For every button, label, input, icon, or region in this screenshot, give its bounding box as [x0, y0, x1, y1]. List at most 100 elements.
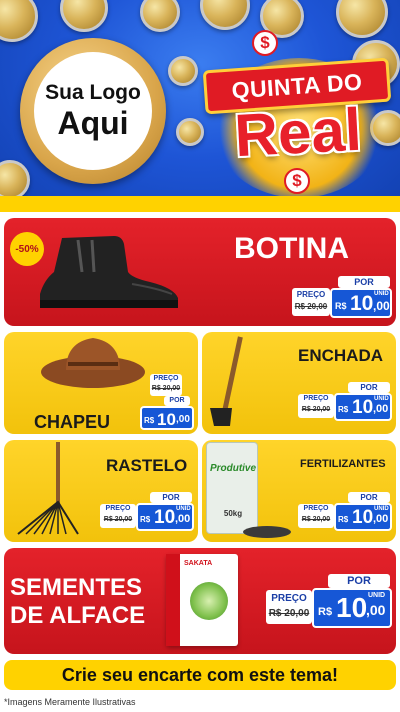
old-price: R$ 20,00	[268, 608, 310, 619]
preco-box: PREÇO R$ 20,00	[298, 504, 334, 528]
currency: R$	[338, 405, 349, 414]
preco-box: PREÇO R$ 20,00	[100, 504, 136, 528]
hat-icon	[41, 338, 145, 388]
packet-brand: SAKATA	[184, 560, 213, 567]
currency: R$	[318, 606, 333, 618]
lettuce-icon	[190, 582, 228, 620]
old-price: R$ 20,00	[301, 516, 331, 523]
por-label: POR	[150, 492, 192, 503]
price-cents: ,00	[373, 403, 389, 415]
header-divider	[0, 196, 400, 212]
price-tag: POR PREÇO R$ 20,00 R$ 10 ,00 UNID	[266, 574, 392, 630]
price-main: R$ 10 ,00 UNID	[136, 503, 194, 531]
por-label: POR	[348, 492, 390, 503]
product-card-rastelo[interactable]: RASTELO POR PREÇO R$ 20,00 R$ 10 ,00 UNI…	[4, 440, 198, 542]
packet-stripe	[166, 554, 180, 646]
coin-icon	[0, 160, 30, 200]
coin-icon	[140, 0, 180, 32]
preco-label: PREÇO	[271, 593, 307, 604]
por-label: POR	[164, 396, 190, 406]
brand-title: $ QUINTA DO Real $	[196, 28, 396, 198]
price-tag: POR PREÇO R$ 20,00 R$ 10 ,00 UNID	[100, 492, 194, 532]
price-integer: 10	[154, 507, 176, 528]
product-title: CHAPEU	[34, 412, 111, 432]
por-label: POR	[348, 382, 390, 393]
por-label: POR	[328, 574, 390, 588]
cta-banner[interactable]: Crie seu encarte com este tema!	[4, 660, 396, 690]
product-card-chapeu[interactable]: CHAPEU PREÇO R$ 20,00 POR R$ 10 ,00	[4, 332, 198, 434]
preco-box: PREÇO R$ 20,00	[150, 374, 182, 396]
rake-icon	[17, 442, 79, 535]
boot-icon	[40, 236, 178, 308]
disclaimer-text: *Imagens Meramente Ilustrativas	[4, 697, 136, 707]
price-tag: POR PREÇO R$ 20,00 R$ 10 ,00 UNID	[298, 382, 392, 422]
dollar-icon: $	[252, 30, 278, 56]
price-cents: ,00	[373, 299, 390, 313]
cta-text: Crie seu encarte com este tema!	[61, 664, 339, 685]
logo-line2: Aqui	[57, 105, 129, 141]
header-banner: Sua Logo Aqui $ QUINTA DO Real $	[0, 0, 400, 212]
price-cents: ,00	[176, 414, 190, 425]
currency: R$	[335, 301, 347, 311]
logo-line1: Sua Logo	[45, 81, 141, 104]
coin-icon	[200, 0, 250, 30]
product-title-line1: SEMENTES	[10, 574, 143, 601]
product-card-enchada[interactable]: ENCHADA POR PREÇO R$ 20,00 R$ 10 ,00 UNI…	[202, 332, 396, 434]
bag-weight: 50kg	[223, 509, 243, 518]
old-price: R$ 20,00	[294, 302, 328, 311]
price-cents: ,00	[366, 602, 386, 618]
price-cents: ,00	[373, 513, 389, 525]
unit-label: UNID	[176, 506, 191, 512]
product-title: ENCHADA	[298, 346, 383, 365]
currency: R$	[140, 515, 151, 524]
price-integer: 10	[336, 592, 368, 623]
currency: R$	[144, 416, 155, 425]
price-main: R$ 10 ,00 UNID	[330, 288, 392, 318]
price-main: R$ 10 ,00 UNID	[334, 503, 392, 531]
old-price: R$ 20,00	[103, 516, 133, 523]
price-main: R$ 10 ,00	[140, 406, 194, 430]
coin-icon	[60, 0, 108, 32]
price-integer: 10	[157, 410, 176, 429]
coin-icon	[0, 0, 38, 42]
unit-label: UNID	[368, 592, 386, 599]
coin-icon	[168, 56, 198, 86]
price-main: R$ 10 ,00 UNID	[312, 588, 392, 628]
preco-label: PREÇO	[105, 505, 131, 512]
preco-box: PREÇO R$ 20,00	[292, 288, 330, 316]
preco-box: PREÇO R$ 20,00	[298, 394, 334, 418]
footer: *Imagens Meramente Ilustrativas	[0, 694, 400, 712]
por-label: POR	[338, 276, 390, 288]
unit-label: UNID	[374, 396, 389, 402]
product-title: FERTILIZANTES	[300, 458, 386, 470]
logo-placeholder: Sua Logo Aqui	[20, 38, 166, 184]
bag-brand: Produtive	[209, 463, 257, 474]
seed-packet-icon: SAKATA	[166, 554, 238, 646]
dollar-icon: $	[284, 168, 310, 194]
product-title: RASTELO	[106, 456, 188, 475]
price-cents: ,00	[175, 513, 191, 525]
old-price: R$ 20,00	[151, 385, 181, 392]
price-main: R$ 10 ,00 UNID	[334, 393, 392, 421]
hoe-icon	[210, 336, 243, 426]
unit-label: UNID	[374, 291, 389, 297]
logo-text-area: Sua Logo Aqui	[34, 52, 152, 170]
product-card-fertilizantes[interactable]: Produtive 50kg FERTILIZANTES POR PREÇO R…	[202, 440, 396, 542]
unit-label: UNID	[374, 506, 389, 512]
preco-label: PREÇO	[303, 395, 329, 402]
price-integer: 10	[352, 507, 374, 528]
product-card-sementes[interactable]: SEMENTES DE ALFACE SAKATA POR PREÇO R$ 2…	[4, 548, 396, 654]
preco-box: PREÇO R$ 20,00	[266, 590, 312, 624]
preco-label: PREÇO	[296, 290, 326, 299]
old-price: R$ 20,00	[301, 406, 331, 413]
currency: R$	[338, 515, 349, 524]
product-title: BOTINA	[234, 232, 349, 265]
price-tag: POR PREÇO R$ 20,00 R$ 10 ,00 UNID	[292, 276, 392, 320]
preco-label: PREÇO	[303, 505, 329, 512]
price-tag: PREÇO R$ 20,00 POR R$ 10 ,00	[138, 374, 194, 430]
price-integer: 10	[352, 397, 374, 418]
preco-label: PREÇO	[153, 375, 179, 382]
brand-main-text: Real	[232, 95, 364, 170]
product-card-botina[interactable]: -50% BOTINA POR PREÇO R$ 20,00 R$ 10 ,00…	[4, 218, 396, 326]
price-tag: POR PREÇO R$ 20,00 R$ 10 ,00 UNID	[298, 492, 392, 532]
